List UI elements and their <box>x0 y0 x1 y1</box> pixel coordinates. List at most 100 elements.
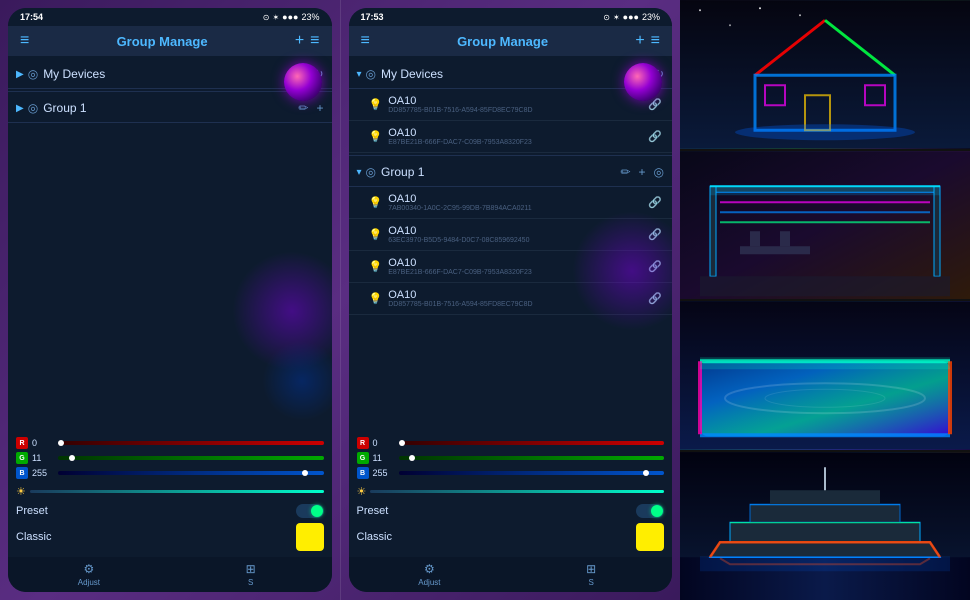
rgb-r-value-left: 0 <box>32 438 54 448</box>
adjust-nav-label-right: Adjust <box>418 578 440 587</box>
rgb-b-value-left: 255 <box>32 468 54 478</box>
rgb-r-row-right: R 0 <box>357 437 665 449</box>
rgb-r-bar-left[interactable] <box>58 441 324 445</box>
classic-color-left[interactable] <box>296 523 324 551</box>
rgb-r-row-left: R 0 <box>16 437 324 449</box>
app-header-right: ≡ Group Manage + ≡ <box>349 26 673 56</box>
list-icon-right[interactable]: ≡ <box>361 32 370 50</box>
rgb-g-bar-left[interactable] <box>58 456 324 460</box>
group-bulb-icon-3: 💡 <box>369 292 383 305</box>
group-link-icon-1[interactable]: 🔗 <box>648 228 662 241</box>
pencil-action-left[interactable]: ✏ <box>298 101 308 115</box>
photo-pool <box>680 301 970 450</box>
camera-icon-left: ⊙ <box>263 13 270 22</box>
rgb-g-value-right: 11 <box>373 453 395 463</box>
group-device-item-2[interactable]: 💡 OA10 E87BE21B-666F-DAC7-C09B-7953A8320… <box>349 251 673 283</box>
bottom-nav-left: ⚙ Adjust ⊞ S <box>8 557 332 592</box>
signal-icon-right: ●●● <box>623 12 639 22</box>
toggle-track-right[interactable] <box>636 504 664 518</box>
menu-icon-left[interactable]: ≡ <box>310 32 319 50</box>
rgb-g-bar-right[interactable] <box>399 456 665 460</box>
battery-text-right: 23% <box>642 12 660 22</box>
rgb-r-thumb-left <box>58 440 64 446</box>
rgb-b-value-right: 255 <box>373 468 395 478</box>
preset-toggle-right[interactable] <box>636 504 664 518</box>
group-device-id-2: E87BE21B-666F-DAC7-C09B-7953A8320F23 <box>388 269 648 276</box>
nav-adjust-left[interactable]: ⚙ Adjust <box>8 562 170 587</box>
status-bar-right: 17:53 ⊙ ✶ ●●● 23% <box>349 8 673 26</box>
house-svg <box>680 0 970 149</box>
nav-s-left[interactable]: ⊞ S <box>170 562 332 587</box>
bulb-icon-0: 💡 <box>369 98 383 111</box>
content-right: ▾ ◎ My Devices ↻ 💡 OA10 DD857785-B01B-75… <box>349 56 673 431</box>
chevron-my-devices-right[interactable]: ▾ <box>357 69 362 80</box>
sun-icon-right: ☀ <box>357 485 367 498</box>
header-title-right: Group Manage <box>370 34 635 49</box>
toggle-track-left[interactable] <box>296 504 324 518</box>
color-ball-right[interactable] <box>624 63 662 101</box>
brightness-bar-left[interactable] <box>30 490 324 493</box>
status-bar-left: 17:54 ⊙ ✶ ●●● 23% <box>8 8 332 26</box>
headphones-action-group1-right[interactable]: ◎ <box>654 165 664 179</box>
rgb-r-bar-right[interactable] <box>399 441 665 445</box>
chevron-group1-right[interactable]: ▾ <box>357 167 362 178</box>
bulb-icon-1: 💡 <box>369 130 383 143</box>
list-icon-left[interactable]: ≡ <box>20 32 29 50</box>
headphones-icon-my-devices-left: ◎ <box>28 67 38 81</box>
nav-adjust-right[interactable]: ⚙ Adjust <box>349 562 511 587</box>
blue-glow-left <box>262 341 332 421</box>
classic-color-right[interactable] <box>636 523 664 551</box>
rgb-sliders-left: R 0 G 11 B 255 <box>16 437 324 479</box>
classic-row-right: Classic <box>357 523 665 551</box>
chevron-my-devices-left[interactable]: ▶ <box>16 69 24 80</box>
rgb-b-bar-left[interactable] <box>58 471 324 475</box>
status-time-left: 17:54 <box>20 12 43 22</box>
group-link-icon-0[interactable]: 🔗 <box>648 196 662 209</box>
rgb-r-value-right: 0 <box>373 438 395 448</box>
camera-icon-right: ⊙ <box>603 13 610 22</box>
menu-icon-right[interactable]: ≡ <box>651 32 660 50</box>
add-icon-right[interactable]: + <box>635 32 644 50</box>
pool-svg <box>680 301 970 450</box>
rgb-sliders-right: R 0 G 11 B 255 <box>357 437 665 479</box>
group-device-info-2: OA10 E87BE21B-666F-DAC7-C09B-7953A8320F2… <box>388 257 648 276</box>
chevron-group1-left[interactable]: ▶ <box>16 103 24 114</box>
adjust-nav-label-left: Adjust <box>78 578 100 587</box>
link-icon-1[interactable]: 🔗 <box>648 130 662 143</box>
toggle-thumb-right <box>651 505 663 517</box>
s-nav-label-left: S <box>248 578 253 587</box>
device-item-1[interactable]: 💡 OA10 E87BE21B-666F-DAC7-C09B-7953A8320… <box>349 121 673 153</box>
toggle-thumb-left <box>311 505 323 517</box>
pencil-action-right[interactable]: ✏ <box>620 165 630 179</box>
photo-house <box>680 0 970 149</box>
group-device-name-2: OA10 <box>388 257 648 269</box>
battery-text-left: 23% <box>301 12 319 22</box>
group-link-icon-3[interactable]: 🔗 <box>648 292 662 305</box>
color-ball-left[interactable] <box>284 63 322 101</box>
group1-actions-left: ✏ + <box>298 101 323 115</box>
plus-action-left[interactable]: + <box>316 101 323 115</box>
group1-title-right: Group 1 <box>381 165 620 179</box>
bottom-controls-right: R 0 G 11 B 255 <box>349 431 673 557</box>
group-device-item-1[interactable]: 💡 OA10 63EC3970-B5D5-9484-D0C7-08C859692… <box>349 219 673 251</box>
headphones-icon-my-devices-right: ◎ <box>366 67 376 81</box>
plus-action-right[interactable]: + <box>639 165 646 179</box>
photos-panel <box>680 0 970 600</box>
brightness-bar-right[interactable] <box>370 490 664 493</box>
headphones-icon-group1-left: ◎ <box>28 101 38 115</box>
rgb-b-thumb-left <box>302 470 308 476</box>
rgb-r-label-right: R <box>357 437 369 449</box>
group-link-icon-2[interactable]: 🔗 <box>648 260 662 273</box>
device-id-0: DD857785-B01B-7516-A594-85FD8EC79C8D <box>388 107 648 114</box>
rgb-b-bar-right[interactable] <box>399 471 665 475</box>
group-device-item-3[interactable]: 💡 OA10 DD857785-B01B-7516-A594-85FD8EC79… <box>349 283 673 315</box>
group-device-item-0[interactable]: 💡 OA10 7AB00340-1A0C-2C95-99DB-7B894ACA0… <box>349 187 673 219</box>
add-icon-left[interactable]: + <box>295 32 304 50</box>
classic-label-left: Classic <box>16 531 51 543</box>
group-device-name-1: OA10 <box>388 225 648 237</box>
device-info-1: OA10 E87BE21B-666F-DAC7-C09B-7953A8320F2… <box>388 127 648 146</box>
nav-s-right[interactable]: ⊞ S <box>510 562 672 587</box>
brightness-row-right: ☀ <box>357 485 665 498</box>
preset-toggle-left[interactable] <box>296 504 324 518</box>
group-device-info-1: OA10 63EC3970-B5D5-9484-D0C7-08C85969245… <box>388 225 648 244</box>
